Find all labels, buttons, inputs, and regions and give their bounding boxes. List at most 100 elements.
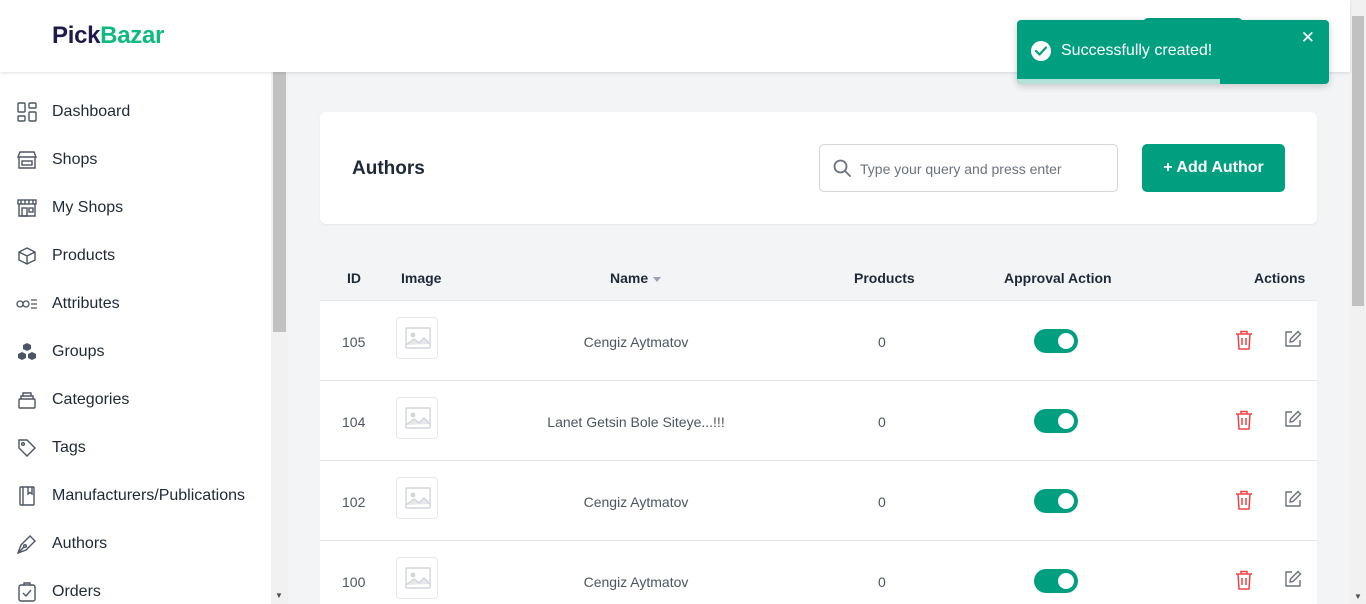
page-scrollbar-thumb[interactable] [1352, 16, 1364, 306]
toast-message: Successfully created! [1061, 42, 1213, 59]
sidebar-item-label: Tags [52, 439, 86, 456]
attributes-icon [16, 293, 38, 315]
cell-products: 0 [878, 334, 886, 350]
search-icon [833, 159, 851, 182]
author-image-placeholder [396, 477, 438, 519]
sidebar-item-tags[interactable]: Tags [0, 424, 271, 472]
tag-icon [16, 437, 38, 459]
sidebar-item-label: Shops [52, 151, 98, 168]
delete-icon[interactable] [1235, 410, 1253, 435]
search-input[interactable] [860, 158, 1110, 180]
check-circle-icon [1031, 41, 1051, 61]
cell-products: 0 [878, 494, 886, 510]
sidebar: Dashboard Shops My Shops Products Attrib… [0, 72, 271, 604]
my-shops-icon [16, 197, 38, 219]
author-image-placeholder [396, 317, 438, 359]
scroll-down-arrow-icon[interactable]: ▼ [1354, 592, 1362, 601]
sidebar-item-dashboard[interactable]: Dashboard [0, 88, 271, 136]
sidebar-item-label: My Shops [52, 199, 124, 216]
sidebar-item-my-shops[interactable]: My Shops [0, 184, 271, 232]
cell-name: Cengiz Aytmatov [583, 574, 689, 590]
shop-icon [16, 149, 38, 171]
cell-name: Cengiz Aytmatov [583, 494, 689, 510]
sidebar-scrollbar[interactable]: ▼ [271, 72, 288, 604]
approval-toggle[interactable] [1034, 489, 1078, 513]
column-header-name[interactable]: Name [610, 270, 662, 286]
sidebar-item-label: Attributes [52, 295, 120, 312]
sidebar-item-label: Manufacturers/Publications [52, 487, 245, 504]
sidebar-item-authors[interactable]: Authors [0, 520, 271, 568]
sidebar-scrollbar-thumb[interactable] [273, 72, 286, 332]
column-header-actions: Actions [1254, 270, 1306, 286]
edit-icon[interactable] [1284, 570, 1302, 593]
pen-icon [16, 533, 38, 555]
cell-id: 100 [342, 574, 366, 590]
edit-icon[interactable] [1284, 330, 1302, 353]
add-author-button[interactable]: + Add Author [1142, 144, 1285, 192]
cell-name: Cengiz Aytmatov [583, 334, 689, 350]
brand-logo-part2: Bazar [100, 22, 165, 49]
table-row: 100 Cengiz Aytmatov 0 [320, 541, 1317, 604]
table-row: 105 Cengiz Aytmatov 0 [320, 301, 1317, 381]
cell-name: Lanet Getsin Bole Siteye...!!! [547, 414, 725, 430]
column-header-products: Products [854, 270, 915, 286]
sidebar-item-label: Products [52, 247, 116, 264]
scroll-down-arrow-icon[interactable]: ▼ [275, 591, 283, 600]
approval-toggle[interactable] [1034, 569, 1078, 593]
column-header-id: ID [347, 270, 361, 286]
product-box-icon [16, 245, 38, 267]
orders-icon [16, 581, 38, 603]
sidebar-item-label: Orders [52, 583, 101, 600]
edit-icon[interactable] [1284, 410, 1302, 433]
sidebar-item-attributes[interactable]: Attributes [0, 280, 271, 328]
dashboard-icon [16, 101, 38, 123]
page-scrollbar[interactable]: ▼ [1350, 0, 1366, 604]
brand-logo-part1: Pick [52, 22, 101, 49]
sidebar-item-label: Categories [52, 391, 130, 408]
page-title: Authors [352, 158, 425, 179]
approval-toggle[interactable] [1034, 329, 1078, 353]
categories-icon [16, 389, 38, 411]
book-icon [16, 485, 38, 507]
delete-icon[interactable] [1235, 330, 1253, 355]
brand-logo[interactable]: PickBazar [52, 22, 164, 50]
edit-icon[interactable] [1284, 490, 1302, 513]
cell-products: 0 [878, 414, 886, 430]
toast-progress-bar [1017, 79, 1220, 84]
authors-header-card: Authors + Add Author [320, 112, 1317, 224]
approval-toggle[interactable] [1034, 409, 1078, 433]
sidebar-item-manufacturers[interactable]: Manufacturers/Publications [0, 472, 271, 520]
column-header-name-label: Name [610, 270, 649, 286]
cell-products: 0 [878, 574, 886, 590]
column-header-approval: Approval Action [1004, 270, 1112, 286]
cell-id: 104 [342, 414, 366, 430]
sidebar-item-shops[interactable]: Shops [0, 136, 271, 184]
author-image-placeholder [396, 557, 438, 599]
toggle-knob [1058, 573, 1074, 589]
toast-close-icon[interactable]: ✕ [1301, 28, 1315, 48]
sidebar-item-label: Dashboard [52, 103, 131, 120]
sidebar-item-label: Groups [52, 343, 105, 360]
delete-icon[interactable] [1235, 570, 1253, 595]
authors-table: ID Image Name Products Approval Action A… [320, 256, 1317, 604]
table-header: ID Image Name Products Approval Action A… [320, 256, 1317, 301]
table-row: 104 Lanet Getsin Bole Siteye...!!! 0 [320, 381, 1317, 461]
search-box[interactable] [819, 144, 1118, 192]
toggle-knob [1058, 333, 1074, 349]
sidebar-item-label: Authors [52, 535, 108, 552]
delete-icon[interactable] [1235, 490, 1253, 515]
column-header-image: Image [401, 270, 442, 286]
sort-caret-icon[interactable] [653, 276, 662, 282]
sidebar-item-products[interactable]: Products [0, 232, 271, 280]
cell-id: 105 [342, 334, 366, 350]
sidebar-item-categories[interactable]: Categories [0, 376, 271, 424]
groups-icon [16, 341, 38, 363]
success-toast: Successfully created! ✕ [1017, 20, 1329, 84]
sidebar-item-orders[interactable]: Orders [0, 568, 271, 604]
toggle-knob [1058, 413, 1074, 429]
cell-id: 102 [342, 494, 366, 510]
author-image-placeholder [396, 397, 438, 439]
sidebar-item-groups[interactable]: Groups [0, 328, 271, 376]
table-row: 102 Cengiz Aytmatov 0 [320, 461, 1317, 541]
toggle-knob [1058, 493, 1074, 509]
